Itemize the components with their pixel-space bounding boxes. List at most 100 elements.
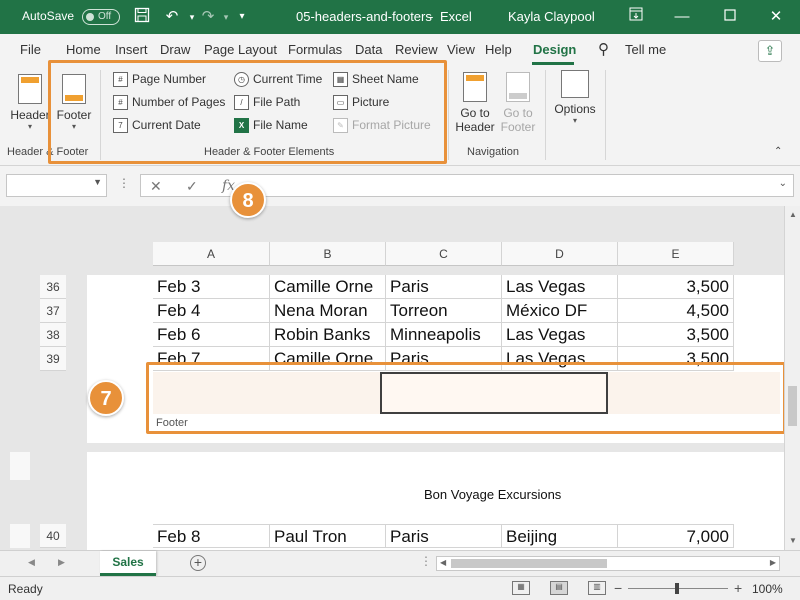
- tab-draw[interactable]: Draw: [160, 42, 190, 57]
- add-sheet-icon[interactable]: +: [190, 555, 206, 571]
- share-icon[interactable]: ⇪: [758, 40, 782, 62]
- options-button[interactable]: Options ▾: [552, 70, 598, 126]
- autosave-label: AutoSave: [22, 9, 75, 23]
- table-cell[interactable]: Paris: [386, 524, 502, 548]
- goto-header-button[interactable]: Go to Header: [455, 72, 495, 134]
- autosave-state: Off: [98, 11, 112, 22]
- tab-insert[interactable]: Insert: [115, 42, 148, 57]
- zoom-slider-knob[interactable]: [675, 583, 679, 594]
- next-sheet-icon[interactable]: ▶: [58, 557, 65, 568]
- callout-badge-8: 8: [230, 182, 266, 218]
- options-icon: [561, 70, 589, 98]
- prev-sheet-icon[interactable]: ◀: [28, 557, 35, 568]
- table-cell[interactable]: 3,500: [618, 323, 734, 347]
- table-cell[interactable]: Paris: [386, 275, 502, 299]
- row-header[interactable]: 37: [40, 299, 66, 323]
- table-cell[interactable]: Robin Banks: [270, 323, 386, 347]
- tab-data[interactable]: Data: [355, 42, 382, 57]
- table-cell[interactable]: Feb 3: [153, 275, 270, 299]
- zoom-in-icon[interactable]: +: [734, 580, 742, 596]
- tab-home[interactable]: Home: [66, 42, 101, 57]
- page-break-view-icon[interactable]: ▥: [588, 581, 606, 595]
- table-cell[interactable]: Nena Moran: [270, 299, 386, 323]
- column-header-b[interactable]: B: [270, 242, 386, 266]
- tab-file[interactable]: File: [20, 42, 41, 57]
- toggle-knob: [86, 13, 94, 21]
- page-header-text: Bon Voyage Excursions: [424, 487, 562, 502]
- goto-header-label-2: Header: [455, 120, 495, 134]
- more-dots-icon: ⋮: [420, 554, 432, 568]
- table-cell[interactable]: Camille Orne: [270, 275, 386, 299]
- zoom-out-icon[interactable]: −: [614, 580, 622, 596]
- column-header-d[interactable]: D: [502, 242, 618, 266]
- horizontal-scrollbar[interactable]: ◀ ▶: [436, 556, 780, 571]
- title-bar: AutoSave Off ↶ ▾ ↷ ▾ ▾ 05-headers-and-fo…: [0, 0, 800, 34]
- table-cell[interactable]: Feb 6: [153, 323, 270, 347]
- table-cell[interactable]: Las Vegas: [502, 275, 618, 299]
- table-cell[interactable]: 7,000: [618, 524, 734, 548]
- row-header[interactable]: 40: [40, 524, 66, 548]
- name-box[interactable]: ▼: [6, 174, 107, 197]
- normal-view-icon[interactable]: ▦: [512, 581, 530, 595]
- table-cell[interactable]: Minneapolis: [386, 323, 502, 347]
- table-cell[interactable]: Paul Tron: [270, 524, 386, 548]
- scroll-up-icon[interactable]: ▲: [789, 210, 797, 219]
- scroll-down-icon[interactable]: ▼: [789, 536, 797, 545]
- vertical-ruler: [10, 524, 30, 548]
- table-cell[interactable]: Las Vegas: [502, 323, 618, 347]
- undo-icon[interactable]: ↶: [162, 7, 182, 27]
- autosave-toggle[interactable]: Off: [82, 9, 120, 25]
- row-header[interactable]: 39: [40, 347, 66, 371]
- table-cell[interactable]: Feb 4: [153, 299, 270, 323]
- group-divider: [545, 70, 546, 160]
- lightbulb-search-icon[interactable]: ⚲: [598, 40, 609, 58]
- table-cell[interactable]: 4,500: [618, 299, 734, 323]
- table-cell[interactable]: Beijing: [502, 524, 618, 548]
- vertical-scrollbar[interactable]: ▲ ▼: [784, 206, 800, 550]
- tab-page-layout[interactable]: Page Layout: [204, 42, 277, 57]
- status-text: Ready: [8, 582, 43, 596]
- cancel-icon[interactable]: ✕: [150, 178, 162, 195]
- redo-icon[interactable]: ↷: [198, 7, 218, 27]
- user-name[interactable]: Kayla Claypool: [508, 9, 595, 24]
- enter-icon[interactable]: ✓: [186, 178, 198, 195]
- table-cell[interactable]: Torreon: [386, 299, 502, 323]
- scroll-thumb[interactable]: [788, 386, 797, 426]
- zoom-slider[interactable]: [628, 583, 728, 594]
- page-layout-view-icon[interactable]: ▤: [550, 581, 568, 595]
- expand-formula-icon[interactable]: ⌄: [779, 178, 787, 189]
- column-header-e[interactable]: E: [618, 242, 734, 266]
- row-header[interactable]: 38: [40, 323, 66, 347]
- tab-help[interactable]: Help: [485, 42, 512, 57]
- tab-formulas[interactable]: Formulas: [288, 42, 342, 57]
- collapse-ribbon-icon[interactable]: ⌃: [774, 146, 782, 157]
- maximize-icon[interactable]: [720, 7, 740, 27]
- callout-box-8: [48, 60, 447, 164]
- customize-toolbar-icon[interactable]: ▾: [232, 7, 252, 27]
- row-header[interactable]: 36: [40, 275, 66, 299]
- header-button[interactable]: Header ▾: [8, 74, 52, 132]
- vertical-ruler: [10, 452, 30, 480]
- group-label-navigation: Navigation: [467, 146, 519, 158]
- column-header-c[interactable]: C: [386, 242, 502, 266]
- goto-header-label-1: Go to: [460, 106, 490, 120]
- zoom-level[interactable]: 100%: [752, 582, 783, 596]
- tab-design[interactable]: Design: [533, 42, 576, 57]
- close-icon[interactable]: ✕: [766, 7, 786, 27]
- table-cell[interactable]: Feb 8: [153, 524, 270, 548]
- minimize-icon[interactable]: —: [672, 7, 692, 27]
- table-cell[interactable]: México DF: [502, 299, 618, 323]
- table-cell[interactable]: 3,500: [618, 275, 734, 299]
- scroll-right-icon[interactable]: ▶: [770, 558, 776, 567]
- scroll-thumb[interactable]: [451, 559, 607, 568]
- goto-footer-label-2: Footer: [500, 120, 536, 134]
- save-icon[interactable]: [132, 7, 152, 27]
- tab-view[interactable]: View: [447, 42, 475, 57]
- tab-review[interactable]: Review: [395, 42, 438, 57]
- ribbon-display-icon[interactable]: [626, 7, 646, 27]
- scroll-left-icon[interactable]: ◀: [440, 558, 446, 567]
- tell-me-box[interactable]: Tell me: [625, 42, 666, 57]
- column-header-a[interactable]: A: [153, 242, 270, 266]
- goto-footer-button[interactable]: Go to Footer: [498, 72, 538, 134]
- sheet-tab-sales[interactable]: Sales: [100, 551, 156, 576]
